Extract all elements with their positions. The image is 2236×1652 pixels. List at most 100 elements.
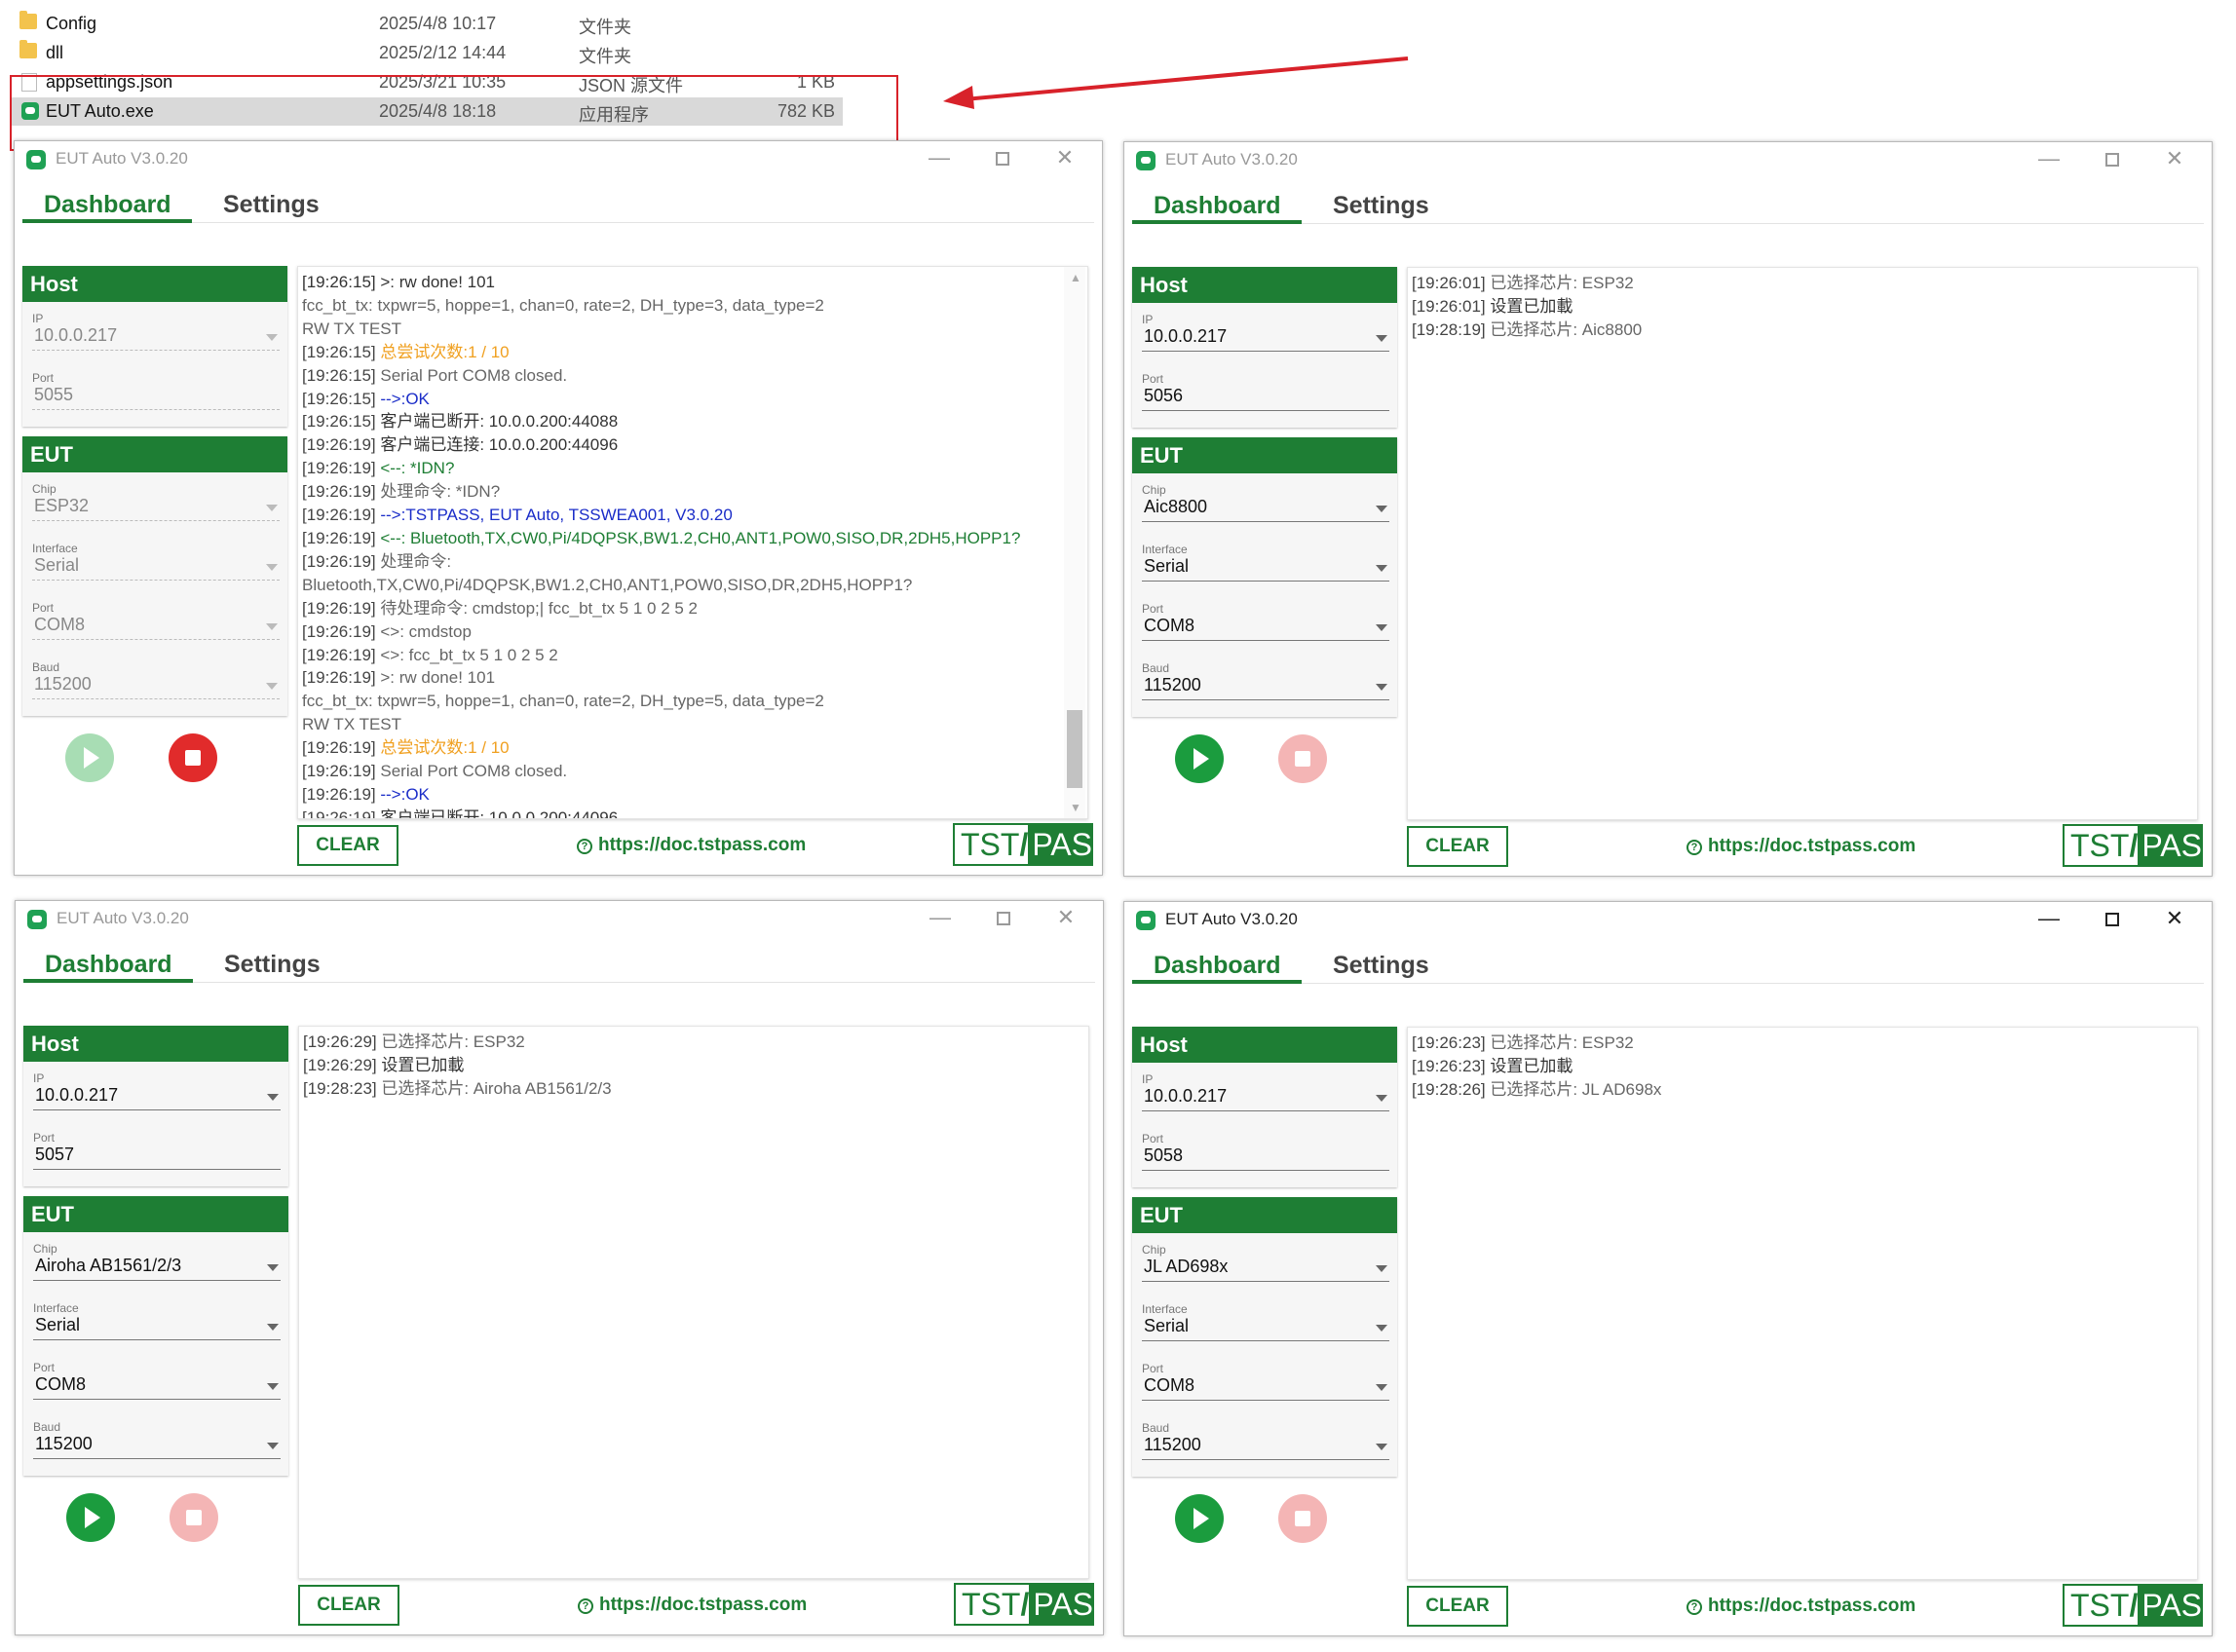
com-port-select[interactable]: Port COM8 — [1142, 592, 1389, 652]
chip-select[interactable]: Chip JL AD698x — [1142, 1233, 1389, 1293]
port-value: 5056 — [1144, 386, 1184, 405]
com-port-select[interactable]: Port COM8 — [1142, 1352, 1389, 1411]
maximize-button[interactable] — [2091, 906, 2134, 931]
chip-label: Chip — [1142, 483, 1166, 497]
chip-select[interactable]: Chip Airoha AB1561/2/3 — [33, 1232, 281, 1292]
tab-dashboard[interactable]: Dashboard — [44, 191, 171, 219]
close-button[interactable]: ✕ — [1043, 145, 1086, 170]
host-panel: Host IP 10.0.0.217 Port 5057 — [23, 1026, 288, 1186]
clear-button[interactable]: CLEAR — [1407, 826, 1508, 867]
stop-button[interactable] — [170, 1493, 218, 1542]
interface-select[interactable]: Interface Serial — [33, 1292, 281, 1351]
doc-link[interactable]: ? https://doc.tstpass.com — [1686, 836, 1915, 857]
ip-select[interactable]: IP 10.0.0.217 — [1142, 303, 1389, 362]
start-button[interactable] — [1175, 734, 1224, 783]
maximize-button[interactable] — [981, 145, 1024, 170]
file-name: dll — [46, 43, 64, 62]
stop-button[interactable] — [1278, 1494, 1327, 1543]
clear-button[interactable]: CLEAR — [298, 1585, 399, 1626]
doc-link[interactable]: ? https://doc.tstpass.com — [577, 835, 806, 856]
scroll-down-icon[interactable]: ▼ — [1070, 802, 1081, 813]
chip-select[interactable]: Chip Aic8800 — [1142, 473, 1389, 533]
baud-select[interactable]: Baud 115200 — [1142, 1411, 1389, 1471]
log-message: -->:TSTPASS, EUT Auto, TSSWEA001, V3.0.2… — [380, 506, 733, 525]
ip-select[interactable]: IP 10.0.0.217 — [32, 302, 280, 361]
log-output[interactable]: [19:26:23] 已选择芯片: ESP32 [19:26:23] 设置已加載[… — [1407, 1027, 2198, 1580]
file-row-dll[interactable]: dll 2025/2/12 14:44 文件夹 — [0, 39, 843, 67]
log-timestamp: [19:26:29] — [303, 1055, 377, 1074]
close-button[interactable]: ✕ — [2153, 906, 2196, 931]
start-button[interactable] — [65, 733, 114, 782]
baud-select[interactable]: Baud 115200 — [1142, 652, 1389, 711]
file-row-config[interactable]: Config 2025/4/8 10:17 文件夹 — [0, 10, 843, 38]
log-output[interactable]: [19:26:01] 已选择芯片: ESP32 [19:26:01] 设置已加載[… — [1407, 267, 2198, 820]
port-field[interactable]: Port 5056 — [1142, 362, 1389, 422]
log-timestamp: [19:26:19] — [302, 621, 376, 641]
minimize-button[interactable]: — — [918, 145, 961, 170]
start-button[interactable] — [1175, 1494, 1224, 1543]
tab-dashboard[interactable]: Dashboard — [1154, 192, 1281, 220]
com-port-select[interactable]: Port COM8 — [33, 1351, 281, 1410]
doc-link[interactable]: ? https://doc.tstpass.com — [1686, 1596, 1915, 1617]
log-message: <>: cmdstop — [380, 621, 472, 641]
com-port-select[interactable]: Port COM8 — [32, 591, 280, 651]
tab-settings[interactable]: Settings — [1333, 952, 1429, 980]
interface-select[interactable]: Interface Serial — [32, 532, 280, 591]
port-field[interactable]: Port 5057 — [33, 1121, 281, 1181]
scroll-up-icon[interactable]: ▲ — [1070, 272, 1081, 283]
stop-button[interactable] — [1278, 734, 1327, 783]
ip-select[interactable]: IP 10.0.0.217 — [1142, 1063, 1389, 1122]
title-bar[interactable]: EUT Auto V3.0.20 — ✕ — [1124, 902, 2212, 935]
tab-settings[interactable]: Settings — [223, 191, 320, 219]
log-output[interactable]: [19:26:29] 已选择芯片: ESP32 [19:26:29] 设置已加載[… — [298, 1026, 1089, 1579]
interface-select[interactable]: Interface Serial — [1142, 1293, 1389, 1352]
doc-link[interactable]: ? https://doc.tstpass.com — [578, 1595, 807, 1616]
file-date: 2025/4/8 10:17 — [379, 14, 497, 33]
minimize-button[interactable]: — — [2028, 906, 2070, 931]
chip-value: JL AD698x — [1144, 1257, 1229, 1276]
title-bar[interactable]: EUT Auto V3.0.20 — ✕ — [15, 141, 1102, 174]
start-button[interactable] — [66, 1493, 115, 1542]
clear-button[interactable]: CLEAR — [1407, 1586, 1508, 1627]
minimize-button[interactable]: — — [919, 905, 962, 930]
tab-settings[interactable]: Settings — [224, 951, 321, 979]
log-message: <>: fcc_bt_tx 5 1 0 2 5 2 — [380, 645, 558, 664]
port-field[interactable]: Port 5058 — [1142, 1122, 1389, 1182]
scroll-thumb[interactable] — [1067, 710, 1082, 788]
ip-select[interactable]: IP 10.0.0.217 — [33, 1062, 281, 1121]
baud-select[interactable]: Baud 115200 — [33, 1410, 281, 1470]
log-output[interactable]: [19:26:15] >: rw done! 101 fcc_bt_tx: txp… — [297, 266, 1088, 819]
tab-settings[interactable]: Settings — [1333, 192, 1429, 220]
log-line: [19:26:19] 总尝试次数:1 / 10 — [298, 736, 1087, 760]
title-bar[interactable]: EUT Auto V3.0.20 — ✕ — [1124, 142, 2212, 175]
baud-value: 115200 — [35, 1434, 93, 1453]
close-button[interactable]: ✕ — [1044, 905, 1087, 930]
log-line: [19:26:19] <>: cmdstop — [298, 620, 1087, 644]
file-date: 2025/2/12 14:44 — [379, 43, 507, 62]
clear-button[interactable]: CLEAR — [297, 825, 398, 866]
tab-dashboard[interactable]: Dashboard — [1154, 952, 1281, 980]
port-field[interactable]: Port 5055 — [32, 361, 280, 421]
log-line: [19:26:19] <>: fcc_bt_tx 5 1 0 2 5 2 — [298, 644, 1087, 667]
log-scrollbar[interactable]: ▲ ▼ — [1064, 267, 1085, 818]
stop-button[interactable] — [169, 733, 217, 782]
maximize-button[interactable] — [982, 905, 1025, 930]
title-bar[interactable]: EUT Auto V3.0.20 — ✕ — [16, 901, 1103, 934]
log-message: [19:26:15] >: rw done! 101 — [302, 273, 496, 291]
tab-dashboard[interactable]: Dashboard — [45, 951, 172, 979]
log-line: [19:26:19] 处理命令: *IDN? — [298, 480, 1087, 504]
chip-select[interactable]: Chip ESP32 — [32, 472, 280, 532]
field-underline — [32, 409, 280, 411]
field-underline — [33, 1280, 281, 1281]
close-button[interactable]: ✕ — [2153, 146, 2196, 171]
baud-select[interactable]: Baud 115200 — [32, 651, 280, 710]
baud-value: 115200 — [1144, 675, 1201, 695]
com-port-label: Port — [32, 601, 55, 615]
interface-label: Interface — [32, 542, 78, 555]
maximize-button[interactable] — [2091, 146, 2134, 171]
chevron-down-icon — [1376, 1095, 1387, 1102]
interface-label: Interface — [1142, 543, 1188, 556]
minimize-button[interactable]: — — [2028, 146, 2070, 171]
interface-select[interactable]: Interface Serial — [1142, 533, 1389, 592]
help-icon: ? — [1686, 840, 1702, 855]
